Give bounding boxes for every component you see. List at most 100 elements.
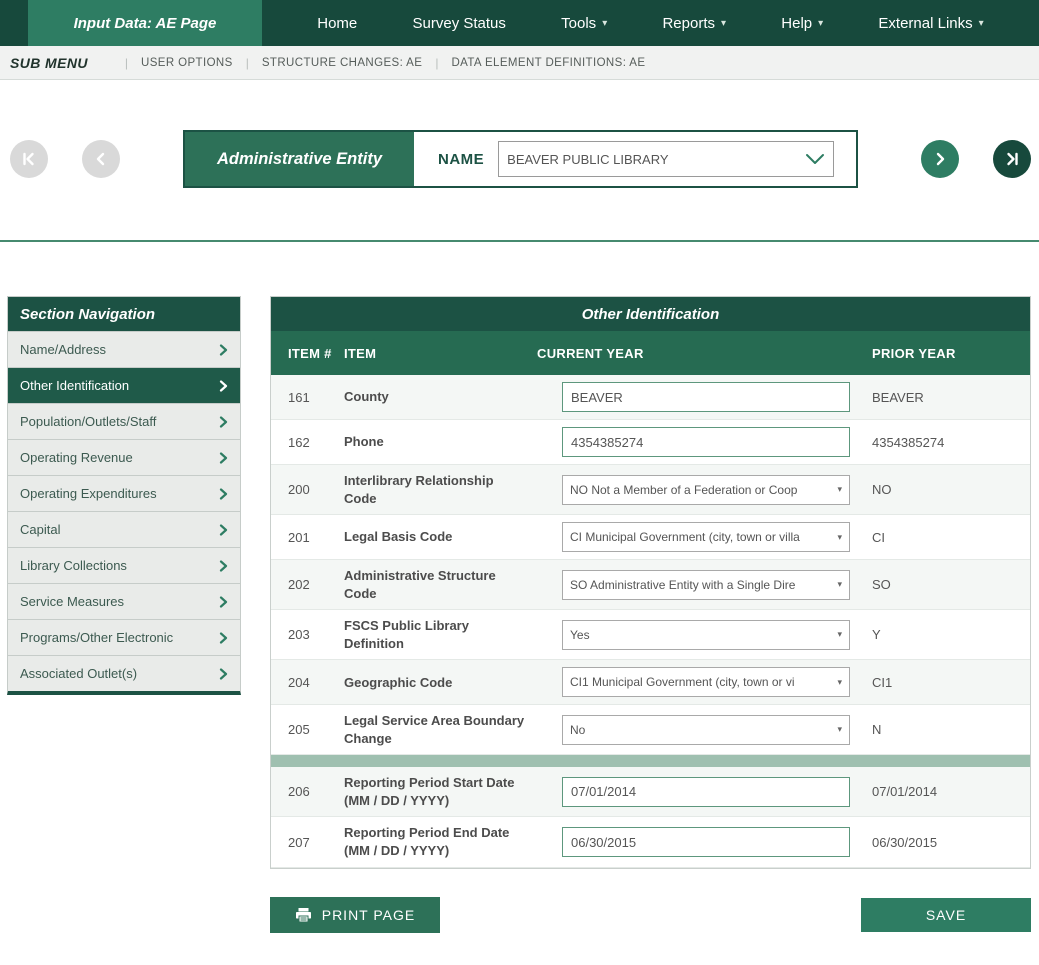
footer-actions: PRINT PAGE SAVE	[270, 897, 1031, 933]
item-number: 201	[271, 530, 344, 545]
current-year-cell: Yes ▾	[537, 620, 872, 650]
sidebar-item-library-collections[interactable]: Library Collections	[8, 547, 240, 583]
chevron-right-icon	[219, 380, 228, 392]
name-label: NAME	[438, 151, 484, 168]
table-row-205: 205Legal Service Area Boundary ChangeNo▾…	[271, 705, 1030, 755]
chevron-right-icon	[219, 524, 228, 536]
prior-year-value: BEAVER	[872, 390, 1030, 405]
chevron-right-icon	[219, 560, 228, 572]
submenu-separator: |	[125, 56, 128, 70]
section-divider	[0, 240, 1039, 242]
prior-year-value: 06/30/2015	[872, 835, 1030, 850]
item-200-current-select[interactable]: NO Not a Member of a Federation or Coop▾	[562, 475, 850, 505]
dropdown-arrow-icon: ▾	[837, 579, 842, 590]
item-label: Phone	[344, 433, 537, 451]
entity-nav-bar: Administrative Entity NAME BEAVER PUBLIC…	[0, 128, 1039, 190]
sidebar-item-label: Other Identification	[20, 378, 129, 393]
item-161-current-input[interactable]	[562, 382, 850, 412]
nav-item-tools[interactable]: Tools▾	[561, 15, 607, 32]
go-first-button[interactable]	[10, 140, 48, 178]
select-value: CI Municipal Government (city, town or v…	[570, 530, 832, 544]
item-203-current-select[interactable]: Yes ▾	[562, 620, 850, 650]
table-row-202: 202Administrative Structure CodeSO Admin…	[271, 560, 1030, 610]
sidebar-item-associated-outlet-s[interactable]: Associated Outlet(s)	[8, 655, 240, 691]
sidebar-item-population-outlets-staff[interactable]: Population/Outlets/Staff	[8, 403, 240, 439]
submenu-item-data-element-definitions-ae[interactable]: DATA ELEMENT DEFINITIONS: AE	[451, 57, 645, 69]
nav-item-home[interactable]: Home	[317, 15, 357, 32]
prior-year-value: Y	[872, 627, 1030, 642]
submenu-item-structure-changes-ae[interactable]: STRUCTURE CHANGES: AE	[262, 57, 422, 69]
sidebar-item-label: Programs/Other Electronic	[20, 630, 173, 645]
nav-item-external-links[interactable]: External Links▾	[878, 15, 983, 32]
submenu-separator: |	[435, 56, 438, 70]
column-header-item: ITEM	[344, 346, 537, 361]
item-207-current-input[interactable]	[562, 827, 850, 857]
select-value: Yes	[570, 628, 832, 642]
entity-name-select[interactable]: BEAVER PUBLIC LIBRARY	[498, 141, 834, 177]
sidebar-item-label: Operating Expenditures	[20, 486, 157, 501]
nav-item-label: Tools	[561, 15, 596, 32]
item-204-current-select[interactable]: CI1 Municipal Government (city, town or …	[562, 667, 850, 697]
sidebar-item-programs-other-electronic[interactable]: Programs/Other Electronic	[8, 619, 240, 655]
item-label: Administrative Structure Code	[344, 567, 537, 602]
table-body: 161CountyBEAVER162Phone4354385274 200Inte…	[271, 375, 1030, 868]
current-year-cell	[537, 382, 872, 412]
chevron-left-icon	[91, 149, 111, 169]
go-previous-button[interactable]	[82, 140, 120, 178]
go-last-button[interactable]	[993, 140, 1031, 178]
column-header-current-year: CURRENT YEAR	[537, 346, 872, 361]
item-label: Geographic Code	[344, 674, 537, 692]
item-201-current-select[interactable]: CI Municipal Government (city, town or v…	[562, 522, 850, 552]
chevron-right-icon	[219, 668, 228, 680]
sidebar-item-service-measures[interactable]: Service Measures	[8, 583, 240, 619]
section-separator	[271, 755, 1030, 767]
table-row-162: 162Phone4354385274	[271, 420, 1030, 465]
sidebar-item-name-address[interactable]: Name/Address	[8, 331, 240, 367]
prior-year-value: NO	[872, 482, 1030, 497]
nav-item-reports[interactable]: Reports▾	[662, 15, 726, 32]
submenu-item-user-options[interactable]: USER OPTIONS	[141, 57, 233, 69]
sidebar-item-label: Capital	[20, 522, 60, 537]
table-row-204: 204Geographic CodeCI1 Municipal Governme…	[271, 660, 1030, 705]
sidebar-item-label: Population/Outlets/Staff	[20, 414, 156, 429]
item-label: Reporting Period Start Date (MM / DD / Y…	[344, 774, 537, 809]
column-header-item-number: ITEM #	[271, 346, 344, 361]
nav-item-help[interactable]: Help▾	[781, 15, 823, 32]
table-header-row: ITEM # ITEM CURRENT YEAR PRIOR YEAR	[271, 331, 1030, 375]
sidebar-item-operating-revenue[interactable]: Operating Revenue	[8, 439, 240, 475]
sidebar-item-other-identification[interactable]: Other Identification	[8, 367, 240, 403]
sidebar-items: Name/Address Other Identification Populati…	[8, 331, 240, 691]
sidebar-item-operating-expenditures[interactable]: Operating Expenditures	[8, 475, 240, 511]
sub-menu: SUB MENU |USER OPTIONS|STRUCTURE CHANGES…	[0, 46, 1039, 80]
table-row-161: 161CountyBEAVER	[271, 375, 1030, 420]
item-number: 162	[271, 435, 344, 450]
nav-item-survey-status[interactable]: Survey Status	[413, 15, 506, 32]
caret-down-icon: ▾	[818, 18, 823, 29]
item-162-current-input[interactable]	[562, 427, 850, 457]
dropdown-arrow-icon: ▾	[837, 629, 842, 640]
item-205-current-select[interactable]: No▾	[562, 715, 850, 745]
nav-tab-input-data-ae-page[interactable]: Input Data: AE Page	[28, 0, 262, 46]
sidebar-item-capital[interactable]: Capital	[8, 511, 240, 547]
caret-down-icon: ▾	[721, 18, 726, 29]
nav-item-label: External Links	[878, 15, 972, 32]
item-label: Legal Basis Code	[344, 528, 537, 546]
item-label: Interlibrary Relationship Code	[344, 472, 537, 507]
save-button[interactable]: SAVE	[861, 898, 1031, 932]
item-label: Legal Service Area Boundary Change	[344, 712, 537, 747]
table-row-206: 206Reporting Period Start Date (MM / DD …	[271, 767, 1030, 817]
current-year-cell: CI1 Municipal Government (city, town or …	[537, 667, 872, 697]
current-year-cell: CI Municipal Government (city, town or v…	[537, 522, 872, 552]
item-number: 200	[271, 482, 344, 497]
item-label: Reporting Period End Date (MM / DD / YYY…	[344, 824, 537, 859]
chevron-down-icon	[805, 153, 825, 165]
current-year-cell: No▾	[537, 715, 872, 745]
submenu-items: |USER OPTIONS|STRUCTURE CHANGES: AE|DATA…	[112, 56, 646, 70]
go-next-button[interactable]	[921, 140, 959, 178]
chevron-right-icon	[219, 344, 228, 356]
select-value: CI1 Municipal Government (city, town or …	[570, 675, 832, 689]
chevron-right-icon	[219, 596, 228, 608]
item-202-current-select[interactable]: SO Administrative Entity with a Single D…	[562, 570, 850, 600]
item-206-current-input[interactable]	[562, 777, 850, 807]
print-page-button[interactable]: PRINT PAGE	[270, 897, 440, 933]
